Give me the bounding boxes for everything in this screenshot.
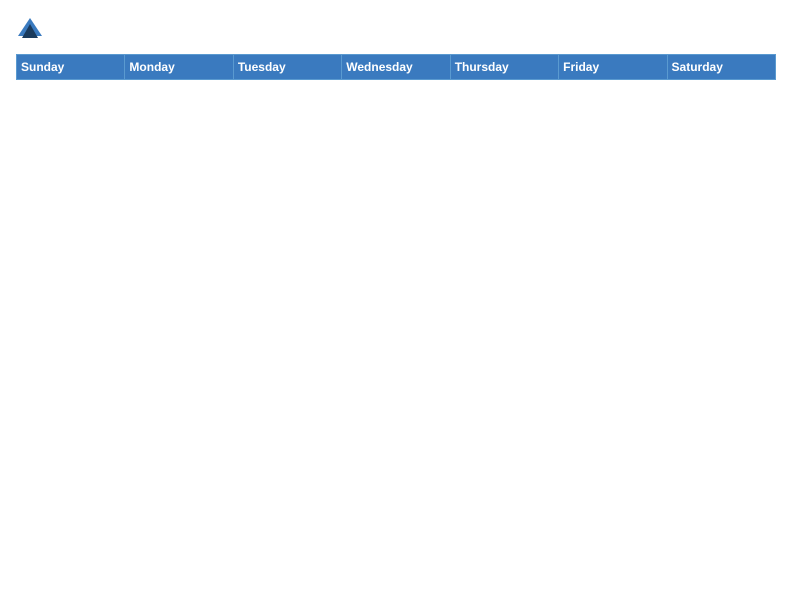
col-header-monday: Monday — [125, 55, 233, 80]
calendar-header: SundayMondayTuesdayWednesdayThursdayFrid… — [17, 55, 776, 80]
calendar-table: SundayMondayTuesdayWednesdayThursdayFrid… — [16, 54, 776, 596]
col-header-tuesday: Tuesday — [233, 55, 341, 80]
col-header-sunday: Sunday — [17, 55, 125, 80]
logo — [16, 16, 46, 44]
col-header-thursday: Thursday — [450, 55, 558, 80]
header-row: SundayMondayTuesdayWednesdayThursdayFrid… — [17, 55, 776, 80]
logo-icon — [16, 16, 44, 44]
calendar-body — [17, 80, 776, 596]
col-header-wednesday: Wednesday — [342, 55, 450, 80]
col-header-friday: Friday — [559, 55, 667, 80]
header — [16, 16, 776, 44]
col-header-saturday: Saturday — [667, 55, 775, 80]
page: SundayMondayTuesdayWednesdayThursdayFrid… — [0, 0, 792, 612]
